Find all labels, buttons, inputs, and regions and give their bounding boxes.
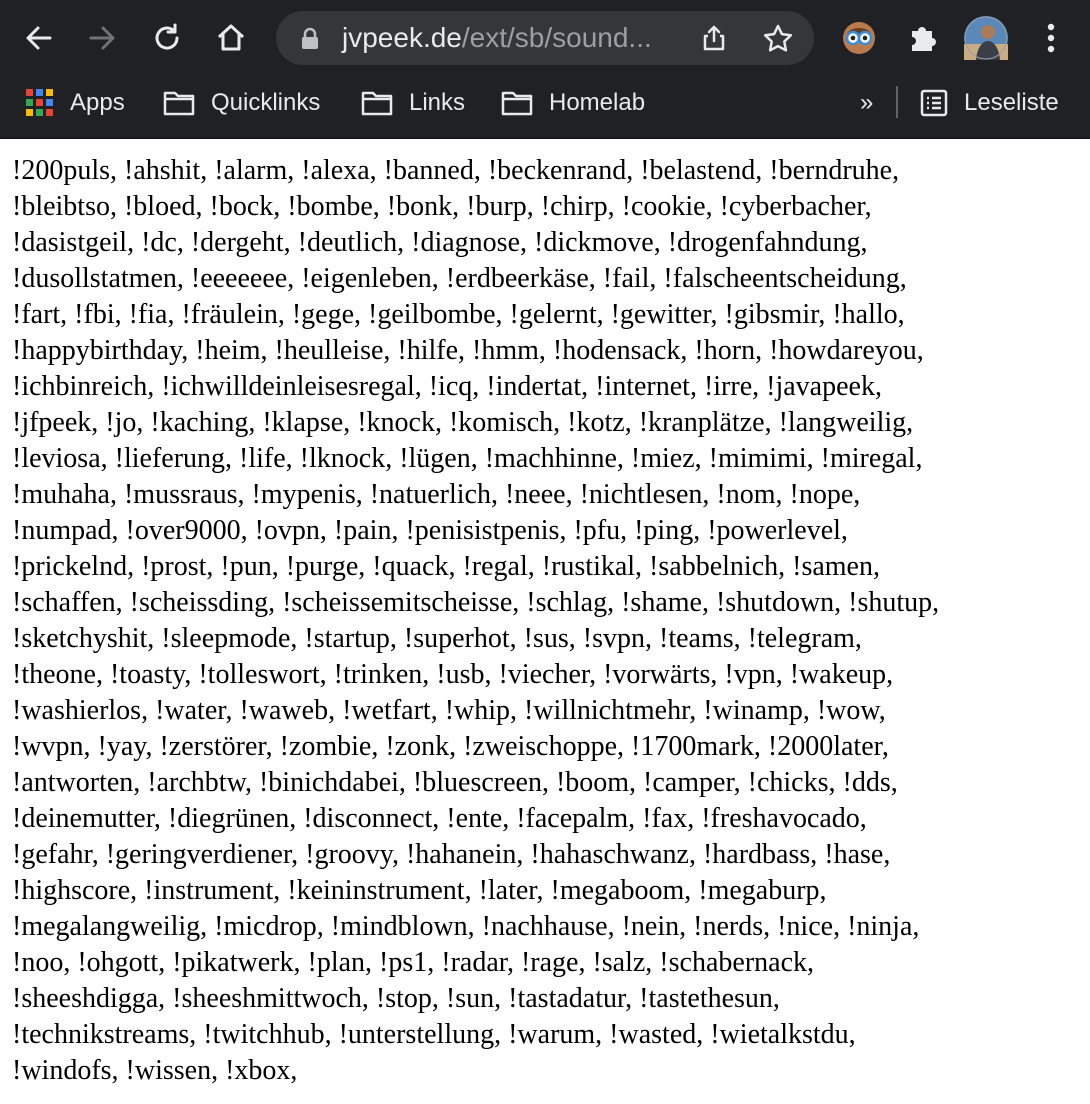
bookmark-label: Links — [409, 89, 466, 116]
page-content: !200puls, !ahshit, !alarm, !alexa, !bann… — [12, 153, 1084, 1089]
address-bar[interactable]: jvpeek.de/ext/sb/sound... — [276, 11, 814, 65]
command-line: !schaffen, !scheissding, !scheissemitsch… — [12, 587, 940, 618]
bookmark-apps[interactable]: Apps — [26, 86, 125, 120]
reading-list-button[interactable]: Leseliste — [920, 86, 1059, 120]
command-line: !fart, !fbi, !fia, !fräulein, !gege, !ge… — [12, 299, 905, 330]
bookmark-label: Apps — [70, 89, 125, 116]
command-line: !theone, !toasty, !tolleswort, !trinken,… — [12, 659, 894, 690]
avatar — [964, 16, 1008, 60]
more-bookmarks-button[interactable]: » — [860, 86, 873, 120]
browser-menu-button[interactable] — [1027, 14, 1075, 62]
command-line: !noo, !ohgott, !pikatwerk, !plan, !ps1, … — [12, 947, 814, 978]
bookmark-links[interactable]: Links — [361, 86, 465, 120]
reading-list-icon — [920, 89, 948, 117]
command-line: !200puls, !ahshit, !alarm, !alexa, !bann… — [12, 155, 900, 186]
command-line: !washierlos, !water, !waweb, !wetfart, !… — [12, 695, 886, 726]
home-button[interactable] — [207, 14, 255, 62]
command-line: !happybirthday, !heim, !heulleise, !hilf… — [12, 335, 924, 366]
extensions-button[interactable] — [898, 14, 946, 62]
folder-icon — [501, 90, 533, 116]
back-button[interactable] — [15, 14, 63, 62]
command-line: !leviosa, !lieferung, !life, !lknock, !l… — [12, 443, 923, 474]
home-icon — [215, 22, 247, 54]
command-line: !windofs, !wissen, !xbox, — [12, 1055, 298, 1086]
bookmarks-divider — [896, 86, 898, 118]
command-line: !technikstreams, !twitchhub, !unterstell… — [12, 1019, 856, 1050]
bookmark-homelab[interactable]: Homelab — [501, 86, 645, 120]
folder-icon — [361, 90, 393, 116]
arrow-right-icon — [86, 22, 118, 54]
bookmark-quicklinks[interactable]: Quicklinks — [163, 86, 320, 120]
more-bookmarks-icon: » — [860, 89, 874, 116]
lock-icon — [300, 27, 320, 56]
browser-toolbar: jvpeek.de/ext/sb/sound... — [0, 0, 1090, 76]
puzzle-icon — [906, 22, 938, 54]
command-line: !wvpn, !yay, !zerstörer, !zombie, !zonk,… — [12, 731, 889, 762]
command-line: !bleibtso, !bloed, !bock, !bombe, !bonk,… — [12, 191, 872, 222]
reading-list-label: Leseliste — [964, 89, 1059, 116]
arrow-left-icon — [23, 22, 55, 54]
command-line: !dusollstatmen, !eeeeeee, !eigenleben, !… — [12, 263, 907, 294]
command-line: !numpad, !over9000, !ovpn, !pain, !penis… — [12, 515, 848, 546]
command-line: !antworten, !archbtw, !binichdabei, !blu… — [12, 767, 898, 798]
command-line: !dasistgeil, !dc, !dergeht, !deutlich, !… — [12, 227, 868, 258]
folder-icon — [163, 90, 195, 116]
kebab-menu-icon — [1046, 22, 1056, 54]
command-line: !sketchyshit, !sleepmode, !startup, !sup… — [12, 623, 862, 654]
command-line: !ichbinreich, !ichwilldeinleisesregal, !… — [12, 371, 882, 402]
command-line: !gefahr, !geringverdiener, !groovy, !hah… — [12, 839, 891, 870]
url-path: /ext/sb/sound... — [461, 22, 652, 53]
reload-icon — [151, 22, 183, 54]
profile-button[interactable] — [962, 14, 1010, 62]
apps-grid-icon — [26, 89, 54, 117]
glasses-extension-button[interactable] — [835, 14, 883, 62]
command-line: !highscore, !instrument, !keininstrument… — [12, 875, 827, 906]
command-line: !deinemutter, !diegrünen, !disconnect, !… — [12, 803, 867, 834]
star-icon[interactable] — [762, 23, 794, 60]
bookmark-label: Quicklinks — [211, 89, 321, 116]
command-line: !sheeshdigga, !sheeshmittwoch, !stop, !s… — [12, 983, 780, 1014]
command-line: !muhaha, !mussraus, !mypenis, !natuerlic… — [12, 479, 861, 510]
glasses-extension-icon — [841, 20, 877, 56]
forward-button[interactable] — [78, 14, 126, 62]
url-text[interactable]: jvpeek.de/ext/sb/sound... — [342, 21, 652, 55]
command-line: !jfpeek, !jo, !kaching, !klapse, !knock,… — [12, 407, 914, 438]
reload-button[interactable] — [143, 14, 191, 62]
command-line: !prickelnd, !prost, !pun, !purge, !quack… — [12, 551, 880, 582]
url-host: jvpeek.de — [342, 22, 462, 53]
bookmark-label: Homelab — [549, 89, 646, 116]
share-icon[interactable] — [700, 24, 728, 57]
command-line: !megalangweilig, !micdrop, !mindblown, !… — [12, 911, 920, 942]
